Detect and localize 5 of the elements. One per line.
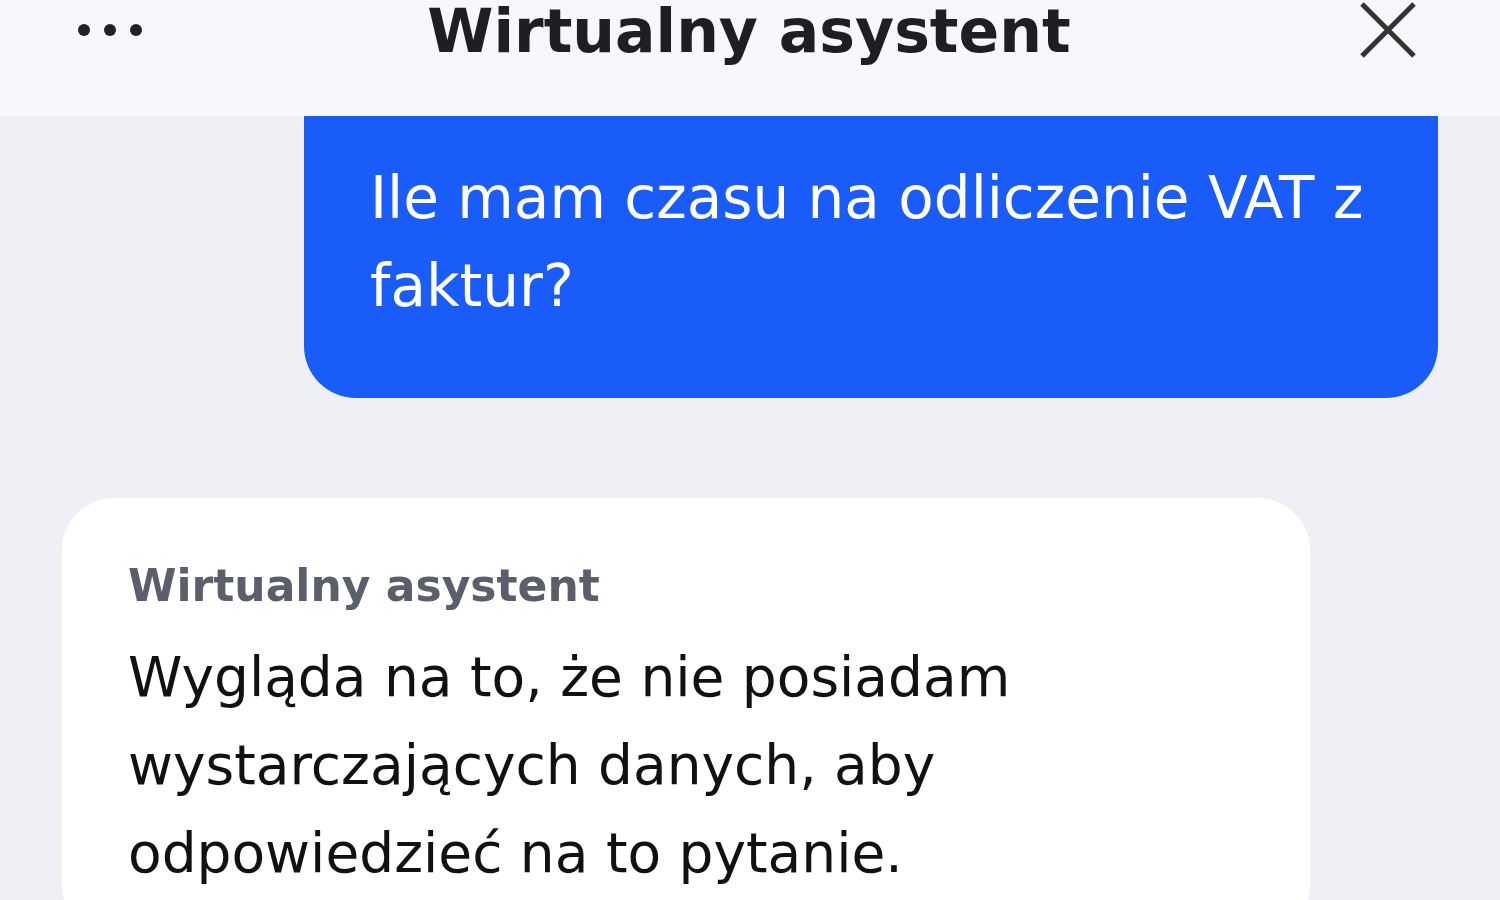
close-icon: [1360, 2, 1416, 58]
assistant-message-text: Wygląda na to, że nie posiadam wystarczających danych, aby odpowiedzieć na to pytanie.: [128, 644, 1012, 887]
user-message: Ile mam czasu na odliczenie VAT z faktur?: [304, 116, 1438, 398]
sender-name: Wirtualny asystent: [128, 560, 601, 611]
more-icon: [77, 23, 143, 37]
